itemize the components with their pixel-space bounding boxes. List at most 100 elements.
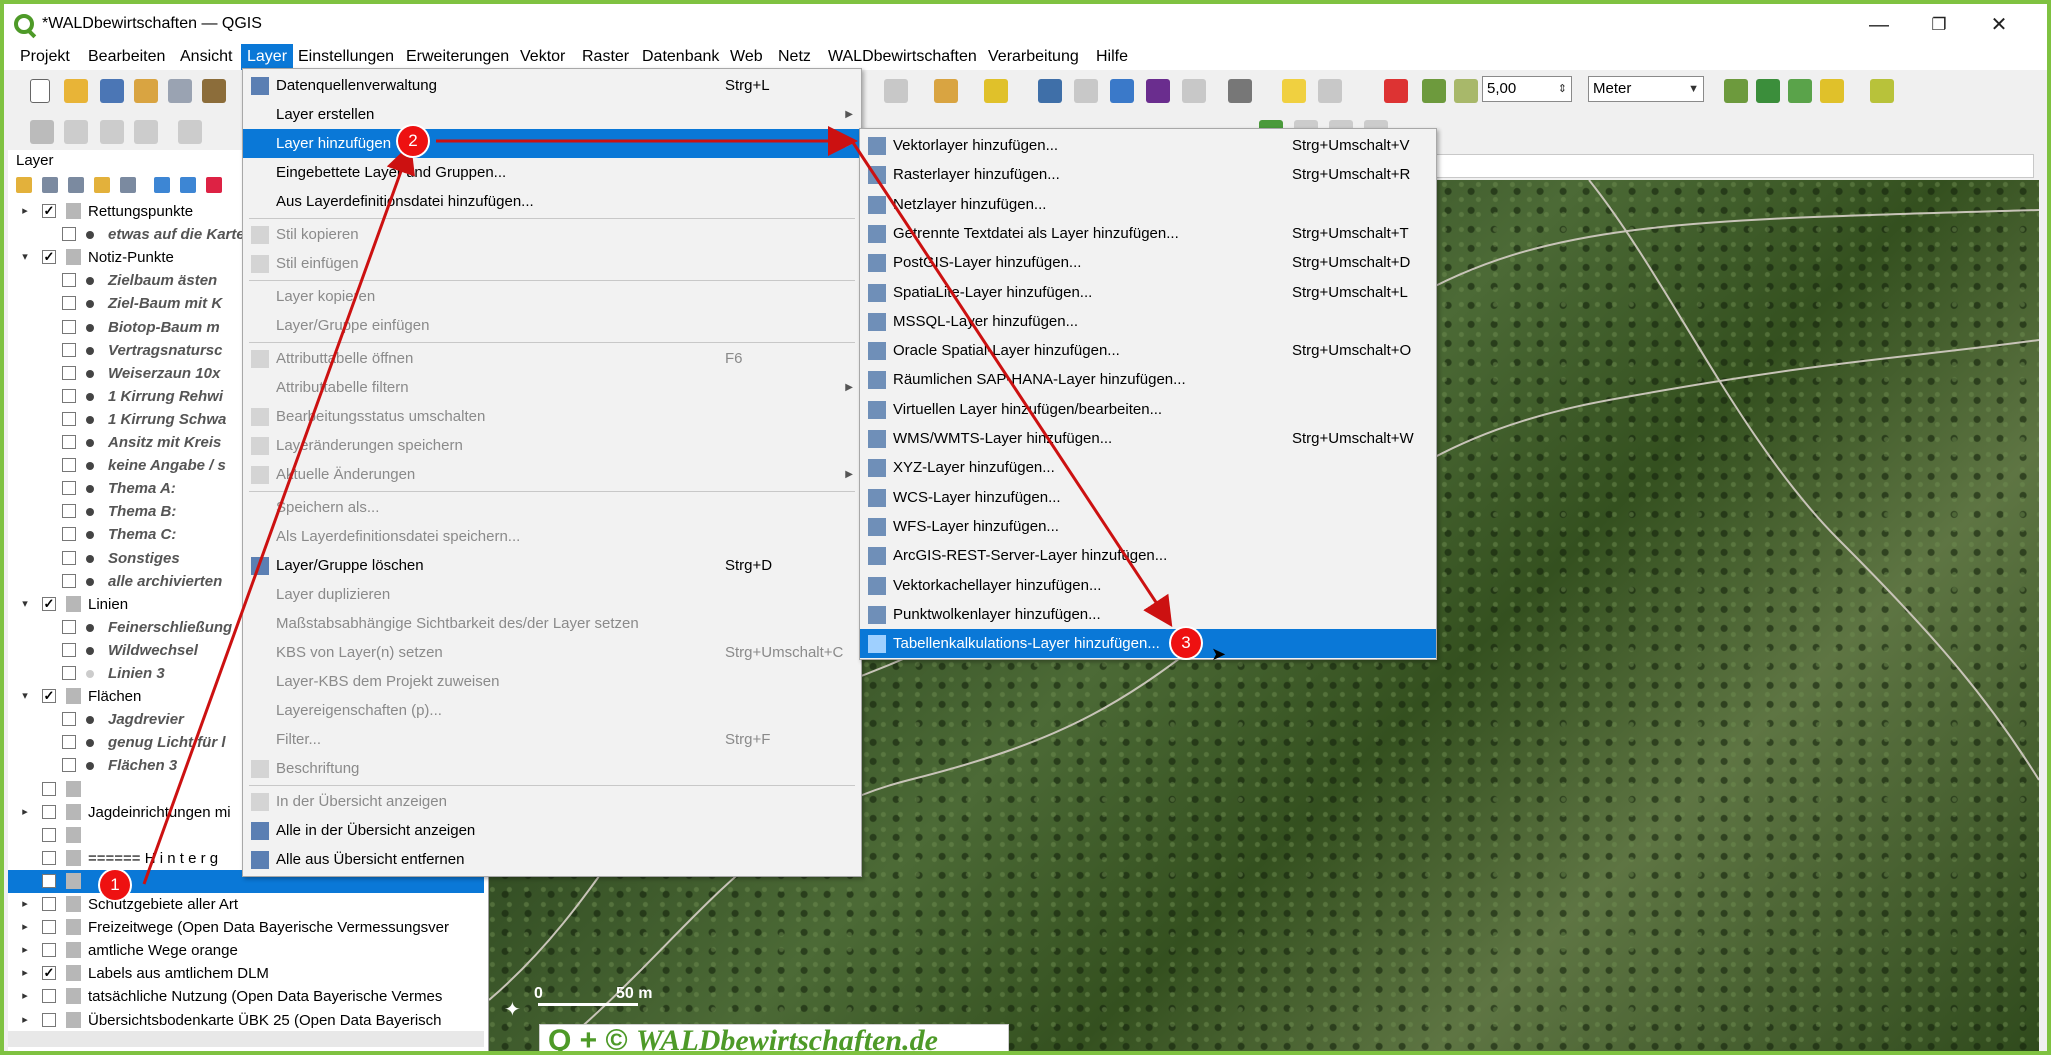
add-layer-menu-item[interactable]: Vektorlayer hinzufügen... Strg+Umschalt+V: [860, 131, 1436, 160]
add-layer-menu-item[interactable]: Tabellenkalkulations-Layer hinzufügen...: [860, 629, 1436, 659]
layer-visibility-checkbox[interactable]: [62, 504, 76, 519]
layer-visibility-checkbox[interactable]: [62, 388, 76, 403]
layer-row[interactable]: ▸ Freizeitwege (Open Data Bayerische Verm…: [8, 916, 484, 939]
add-layer-menu-item[interactable]: ArcGIS-REST-Server-Layer hinzufügen...: [860, 541, 1436, 570]
menu-verarbeitung[interactable]: Verarbeitung: [982, 44, 1085, 70]
layer-menu-item[interactable]: Attributtabelle filtern ▶: [243, 373, 861, 402]
layer-visibility-checkbox[interactable]: [62, 458, 76, 473]
layer-menu-item[interactable]: Aktuelle Änderungen ▶: [243, 460, 861, 489]
add-layer-menu-item[interactable]: Punktwolkenlayer hinzufügen...: [860, 600, 1436, 629]
add-layer-menu-item[interactable]: Virtuellen Layer hinzufügen/bearbeiten..…: [860, 395, 1436, 424]
menu-netz[interactable]: Netz: [772, 44, 817, 70]
annotation-icon[interactable]: [1282, 79, 1306, 103]
layer-menu-item[interactable]: Attributtabelle öffnen F6: [243, 344, 861, 373]
layer-visibility-checkbox[interactable]: [62, 573, 76, 588]
add-layer-menu-item[interactable]: Oracle Spatial-Layer hinzufügen... Strg+U…: [860, 336, 1436, 365]
save-edits-icon[interactable]: [100, 120, 124, 144]
menu-bearbeiten[interactable]: Bearbeiten: [82, 44, 171, 70]
layer-panel-scrollbar[interactable]: [8, 1031, 484, 1047]
layer-menu-item[interactable]: Layereigenschaften (p)...: [243, 696, 861, 725]
pencil-icon[interactable]: [64, 120, 88, 144]
identify-icon[interactable]: [1038, 79, 1062, 103]
layer-menu-item[interactable]: Aus Layerdefinitionsdatei hinzufügen...: [243, 187, 861, 216]
layer-menu-item[interactable]: Layer kopieren: [243, 282, 861, 311]
layer-row[interactable]: ▸ Schutzgebiete aller Art: [8, 893, 484, 916]
expand-all-icon[interactable]: [154, 177, 170, 193]
layer-visibility-checkbox[interactable]: [62, 342, 76, 357]
menu-datenbank[interactable]: Datenbank: [636, 44, 725, 70]
expand-arrow-icon[interactable]: ▸: [18, 801, 32, 824]
layer-visibility-checkbox[interactable]: [62, 550, 76, 565]
expand-arrow-icon[interactable]: ▸: [18, 939, 32, 962]
add-layer-menu-item[interactable]: MSSQL-Layer hinzufügen...: [860, 307, 1436, 336]
layer-visibility-checkbox[interactable]: [62, 642, 76, 657]
layer-visibility-checkbox[interactable]: [42, 943, 56, 958]
add-layer-menu-item[interactable]: WFS-Layer hinzufügen...: [860, 512, 1436, 541]
snap-tolerance-input[interactable]: 5,00 ⇕: [1482, 76, 1572, 102]
layer-visibility-checkbox[interactable]: [62, 411, 76, 426]
add-layer-menu-item[interactable]: Getrennte Textdatei als Layer hinzufügen…: [860, 219, 1436, 248]
layer-menu-item[interactable]: In der Übersicht anzeigen: [243, 787, 861, 816]
snap-vertex-icon[interactable]: [1454, 79, 1478, 103]
layer-visibility-checkbox[interactable]: [42, 897, 56, 911]
layer-visibility-checkbox[interactable]: [62, 527, 76, 542]
layer-visibility-checkbox[interactable]: [42, 827, 56, 842]
expand-arrow-icon[interactable]: ▾: [18, 685, 32, 708]
expand-arrow-icon[interactable]: ▾: [18, 246, 32, 269]
filter-icon[interactable]: [94, 177, 110, 193]
spinner-arrow-icon[interactable]: ⇕: [1558, 77, 1567, 101]
layer-visibility-checkbox[interactable]: [42, 804, 56, 819]
menu-raster[interactable]: Raster: [576, 44, 635, 70]
layer-menu-item[interactable]: Layeränderungen speichern: [243, 431, 861, 460]
layer-visibility-checkbox[interactable]: [62, 273, 76, 288]
remove-layer-icon[interactable]: [206, 177, 222, 193]
layer-visibility-checkbox[interactable]: [42, 989, 56, 1004]
layer-visibility-checkbox[interactable]: [42, 873, 56, 888]
add-layer-menu-item[interactable]: WCS-Layer hinzufügen...: [860, 483, 1436, 512]
layer-menu-item[interactable]: KBS von Layer(n) setzen Strg+Umschalt+C: [243, 638, 861, 667]
save-project-icon[interactable]: [100, 79, 124, 103]
add-group-icon[interactable]: [42, 177, 58, 193]
layer-menu-item[interactable]: Layer-KBS dem Projekt zuweisen: [243, 667, 861, 696]
layer-menu-item[interactable]: Filter... Strg+F: [243, 725, 861, 754]
advanced-digitize-icon[interactable]: [1870, 79, 1894, 103]
layer-menu-item[interactable]: Layer erstellen ▶: [243, 100, 861, 129]
layer-visibility-checkbox[interactable]: [62, 666, 76, 680]
menu-ansicht[interactable]: Ansicht: [174, 44, 238, 70]
expand-arrow-icon[interactable]: ▸: [18, 985, 32, 1008]
snapping-mode-icon[interactable]: [1422, 79, 1446, 103]
layer-visibility-checkbox[interactable]: [62, 227, 76, 242]
edit-pencil-icon[interactable]: [30, 120, 54, 144]
collapse-all-icon[interactable]: [180, 177, 196, 193]
layout-manager-icon[interactable]: [168, 79, 192, 103]
maximize-button[interactable]: ❐: [1909, 8, 1969, 42]
menu-einstellungen[interactable]: Einstellungen: [292, 44, 400, 70]
layer-visibility-checkbox[interactable]: [42, 850, 56, 865]
add-feature-icon[interactable]: [134, 120, 158, 144]
expand-arrow-icon[interactable]: ▸: [18, 1009, 32, 1032]
open-project-icon[interactable]: [64, 79, 88, 103]
add-layer-menu-item[interactable]: Vektorkachellayer hinzufügen...: [860, 571, 1436, 600]
sun-icon[interactable]: [1318, 79, 1342, 103]
layer-visibility-checkbox[interactable]: [62, 481, 76, 496]
expand-arrow-icon[interactable]: ▸: [18, 916, 32, 939]
attribute-table-icon[interactable]: [1074, 79, 1098, 103]
ruler-icon[interactable]: [1228, 79, 1252, 103]
deselect-icon[interactable]: [984, 79, 1008, 103]
layer-visibility-checkbox[interactable]: [62, 735, 76, 750]
select-features-icon[interactable]: [934, 79, 958, 103]
layer-visibility-checkbox[interactable]: [62, 365, 76, 380]
layer-menu-item[interactable]: Als Layerdefinitionsdatei speichern...: [243, 522, 861, 551]
layer-visibility-checkbox[interactable]: [42, 781, 56, 796]
layer-visibility-checkbox[interactable]: ✓: [42, 250, 56, 265]
filter-legend-icon[interactable]: [120, 177, 136, 193]
statistics-icon[interactable]: [1182, 79, 1206, 103]
layer-visibility-checkbox[interactable]: ✓: [42, 596, 56, 611]
add-layer-menu-item[interactable]: XYZ-Layer hinzufügen...: [860, 453, 1436, 482]
tracing-icon[interactable]: [1756, 79, 1780, 103]
menu-projekt[interactable]: Projekt: [14, 44, 76, 70]
layer-menu-item[interactable]: Datenquellenverwaltung Strg+L: [243, 71, 861, 100]
expand-arrow-icon[interactable]: ▸: [18, 962, 32, 985]
layer-row[interactable]: ▸ ✓ Labels aus amtlichem DLM: [8, 962, 484, 985]
layer-menu-item[interactable]: Stil einfügen: [243, 249, 861, 278]
